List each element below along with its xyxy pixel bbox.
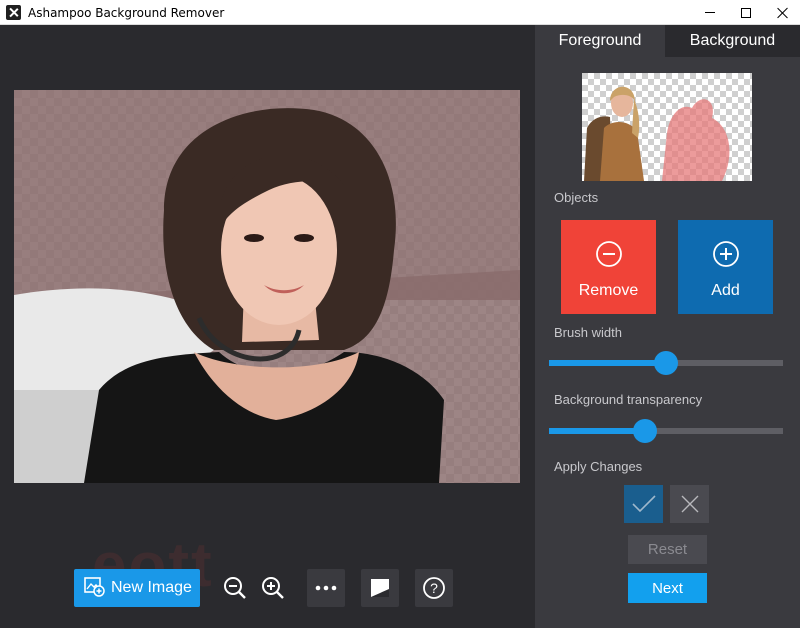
checkmark-icon: [631, 495, 656, 513]
background-transparency-label: Background transparency: [554, 392, 703, 407]
tab-bar: Foreground Background: [535, 25, 800, 57]
brush-width-slider[interactable]: [549, 350, 783, 375]
add-object-button[interactable]: Add: [678, 220, 773, 314]
zoom-in-button[interactable]: [254, 569, 292, 607]
close-icon: [776, 7, 788, 19]
minimize-button[interactable]: [692, 0, 728, 25]
remove-label: Remove: [578, 282, 639, 299]
apply-button[interactable]: [624, 485, 663, 523]
background-transparency-slider[interactable]: [549, 418, 783, 443]
maximize-button[interactable]: [728, 0, 764, 25]
new-image-button[interactable]: New Image: [74, 569, 200, 607]
help-icon: ?: [423, 577, 445, 599]
app-logo-icon: [6, 5, 21, 20]
slider-handle[interactable]: [654, 351, 678, 375]
image-canvas[interactable]: [14, 90, 520, 483]
minus-circle-icon: [595, 241, 622, 267]
zoom-in-icon: [262, 577, 284, 599]
more-icon: [315, 585, 337, 591]
brush-width-label: Brush width: [554, 325, 622, 340]
slider-handle[interactable]: [633, 419, 657, 443]
settings-panel: Foreground Background Objects Remove Add…: [535, 25, 800, 628]
slider-fill: [549, 428, 645, 434]
minimize-icon: [705, 12, 715, 13]
discard-button[interactable]: [670, 485, 709, 523]
more-options-button[interactable]: [307, 569, 345, 607]
preview-thumbnail: [582, 73, 752, 181]
tab-background[interactable]: Background: [665, 25, 800, 57]
close-icon: [681, 495, 698, 513]
remove-object-button[interactable]: Remove: [561, 220, 656, 314]
new-image-label: New Image: [111, 579, 192, 596]
add-image-icon: [83, 575, 105, 602]
reset-button[interactable]: Reset: [628, 535, 707, 564]
slider-fill: [549, 360, 666, 366]
maximize-icon: [741, 7, 751, 18]
compare-button[interactable]: [361, 569, 399, 607]
objects-label: Objects: [554, 190, 599, 205]
workspace: eott New Image ?: [0, 25, 535, 628]
close-button[interactable]: [764, 0, 800, 25]
plus-circle-icon: [712, 241, 739, 267]
help-button[interactable]: ?: [415, 569, 453, 607]
tab-foreground[interactable]: Foreground: [535, 25, 665, 57]
photo-preview: [14, 90, 520, 483]
svg-text:?: ?: [430, 580, 438, 596]
compare-icon: [371, 579, 389, 597]
window-title: Ashampoo Background Remover: [28, 6, 225, 20]
next-button[interactable]: Next: [628, 573, 707, 603]
add-label: Add: [711, 282, 740, 299]
title-bar: Ashampoo Background Remover: [0, 0, 800, 25]
apply-changes-label: Apply Changes: [554, 459, 643, 474]
zoom-out-icon: [224, 577, 246, 599]
zoom-out-button[interactable]: [216, 569, 254, 607]
